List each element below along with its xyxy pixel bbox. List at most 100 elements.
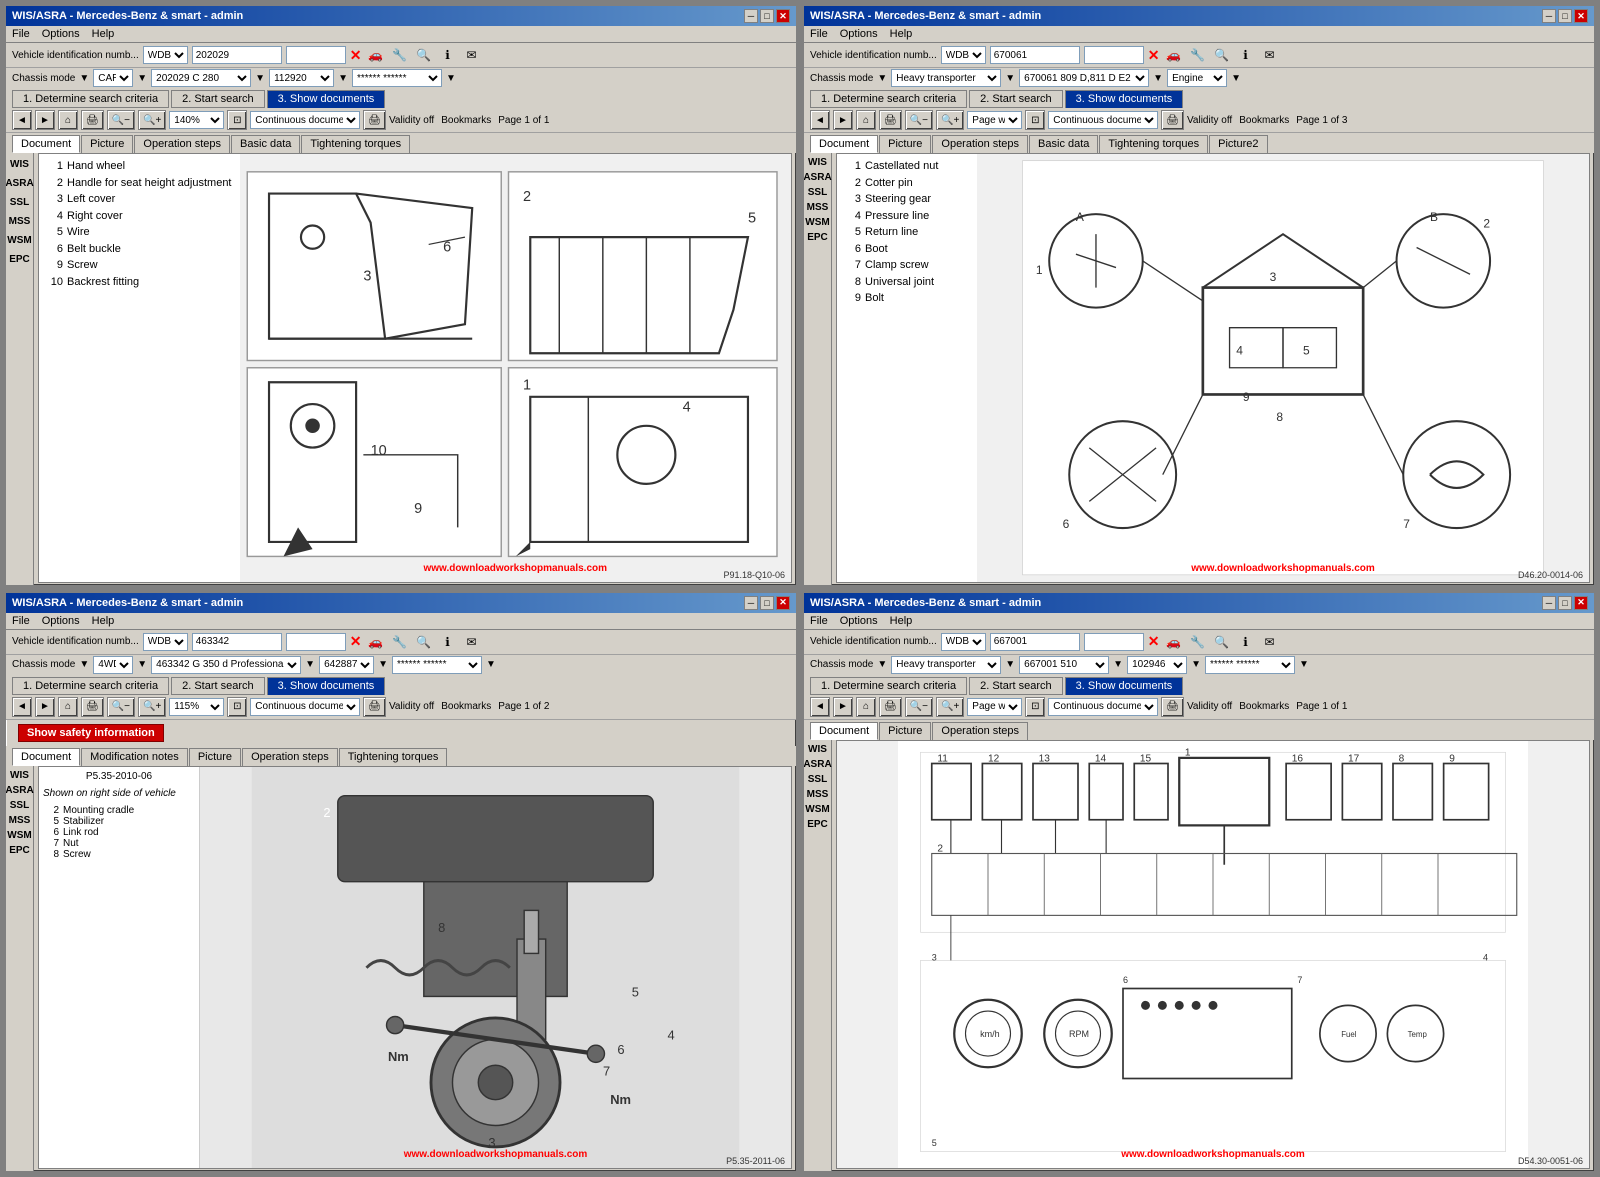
sidebar-mss-1[interactable]: MSS: [7, 214, 33, 229]
nav-tab-4-1[interactable]: 2. Start search: [969, 677, 1063, 695]
doc-tab-2-2[interactable]: Operation steps: [932, 135, 1028, 153]
doc-tab-3-2[interactable]: Picture: [189, 748, 241, 766]
nav-tab-3-2[interactable]: 3. Show documents: [267, 677, 386, 695]
sidebar-ssl-3[interactable]: SSL: [10, 800, 29, 811]
zoom-out-btn-4[interactable]: 🔍−: [905, 697, 933, 717]
menu-help-4[interactable]: Help: [890, 615, 913, 627]
bookmarks-label-4[interactable]: Bookmarks: [1239, 701, 1289, 712]
magnet-icon-4[interactable]: 🔧: [1187, 632, 1207, 652]
chassis-val-select-4[interactable]: 667001 510: [1019, 656, 1109, 674]
forward-btn-4[interactable]: ►: [833, 697, 853, 717]
back-btn-3[interactable]: ◄: [12, 697, 32, 717]
sidebar-wis-1[interactable]: WIS: [8, 157, 31, 172]
print-btn-4[interactable]: 🖨: [879, 697, 902, 717]
zoom-select-1[interactable]: 140%: [169, 111, 224, 129]
print-btn-2[interactable]: 🖨: [879, 110, 902, 130]
doc-tab-3-0[interactable]: Document: [12, 748, 80, 766]
vin-prefix-select-1[interactable]: WDB: [143, 46, 188, 64]
vin-input-1[interactable]: [192, 46, 282, 64]
print-btn-3[interactable]: 🖨: [81, 697, 104, 717]
sidebar-asra-3[interactable]: ASRA: [6, 785, 34, 796]
menu-file-1[interactable]: File: [12, 28, 30, 40]
car-icon-1[interactable]: 🚗: [365, 45, 385, 65]
vin-clear-2[interactable]: ✕: [1148, 47, 1160, 64]
doc-tab-3-4[interactable]: Tightening torques: [339, 748, 448, 766]
email-icon-1[interactable]: ✉: [461, 45, 481, 65]
info-icon-3[interactable]: ℹ: [437, 632, 457, 652]
sidebar-wsm-1[interactable]: WSM: [6, 233, 34, 248]
zoom-in-btn-1[interactable]: 🔍+: [138, 110, 166, 130]
home-btn-2[interactable]: ⌂: [856, 110, 876, 130]
doc-tab-4-1[interactable]: Picture: [879, 722, 931, 740]
printer2-btn-2[interactable]: 🖨: [1161, 110, 1184, 130]
vin-prefix-select-4[interactable]: WDB: [941, 633, 986, 651]
sidebar-mss-4[interactable]: MSS: [807, 789, 829, 800]
menu-help-3[interactable]: Help: [92, 615, 115, 627]
sidebar-mss-3[interactable]: MSS: [9, 815, 31, 826]
vin-input-3[interactable]: [192, 633, 282, 651]
minimize-btn-3[interactable]: ─: [744, 596, 758, 610]
sidebar-epc-1[interactable]: EPC: [7, 252, 32, 267]
printer2-btn-1[interactable]: 🖨: [363, 110, 386, 130]
search-icon-3[interactable]: 🔍: [413, 632, 433, 652]
engine-select-1[interactable]: 112920: [269, 69, 334, 87]
sidebar-epc-2[interactable]: EPC: [807, 232, 828, 243]
chassis-val-select-1[interactable]: 202029 C 280: [151, 69, 251, 87]
vin-extra-2[interactable]: [1084, 46, 1144, 64]
sidebar-wis-3[interactable]: WIS: [10, 770, 29, 781]
nav-tab-4-2[interactable]: 3. Show documents: [1065, 677, 1184, 695]
vin-input-4[interactable]: [990, 633, 1080, 651]
zoom-out-btn-2[interactable]: 🔍−: [905, 110, 933, 130]
zoom-in-btn-4[interactable]: 🔍+: [936, 697, 964, 717]
doc-tab-1-0[interactable]: Document: [12, 135, 80, 153]
chassis-select-2[interactable]: Heavy transporter: [891, 69, 1001, 87]
zoom-in-btn-3[interactable]: 🔍+: [138, 697, 166, 717]
magnet-icon-2[interactable]: 🔧: [1187, 45, 1207, 65]
nav-tab-2-1[interactable]: 2. Start search: [969, 90, 1063, 108]
forward-btn-2[interactable]: ►: [833, 110, 853, 130]
vin-prefix-select-3[interactable]: WDB: [143, 633, 188, 651]
printer2-btn-3[interactable]: 🖨: [363, 697, 386, 717]
minimize-btn-4[interactable]: ─: [1542, 596, 1556, 610]
back-btn-2[interactable]: ◄: [810, 110, 830, 130]
menu-help-2[interactable]: Help: [890, 28, 913, 40]
sidebar-wis-4[interactable]: WIS: [808, 744, 827, 755]
doc-tab-1-1[interactable]: Picture: [81, 135, 133, 153]
email-icon-4[interactable]: ✉: [1259, 632, 1279, 652]
menu-options-1[interactable]: Options: [42, 28, 80, 40]
vin-extra-4[interactable]: [1084, 633, 1144, 651]
search-icon-4[interactable]: 🔍: [1211, 632, 1231, 652]
info-icon-2[interactable]: ℹ: [1235, 45, 1255, 65]
magnet-icon-3[interactable]: 🔧: [389, 632, 409, 652]
doc-tab-4-0[interactable]: Document: [810, 722, 878, 740]
sidebar-epc-3[interactable]: EPC: [9, 845, 30, 856]
pass-select-1[interactable]: ****** ******: [352, 69, 442, 87]
pass-select-3[interactable]: ****** ******: [392, 656, 482, 674]
sidebar-ssl-4[interactable]: SSL: [808, 774, 827, 785]
vin-input-2[interactable]: [990, 46, 1080, 64]
doc-tab-3-3[interactable]: Operation steps: [242, 748, 338, 766]
menu-help-1[interactable]: Help: [92, 28, 115, 40]
doc-mode-select-2[interactable]: Continuous document: [1048, 111, 1158, 129]
doc-tab-2-4[interactable]: Tightening torques: [1099, 135, 1208, 153]
sidebar-wsm-2[interactable]: WSM: [805, 217, 829, 228]
magnet-icon-1[interactable]: 🔧: [389, 45, 409, 65]
doc-tab-1-2[interactable]: Operation steps: [134, 135, 230, 153]
chassis-select-3[interactable]: 4WD: [93, 656, 133, 674]
nav-tab-3-1[interactable]: 2. Start search: [171, 677, 265, 695]
menu-file-3[interactable]: File: [12, 615, 30, 627]
search-icon-1[interactable]: 🔍: [413, 45, 433, 65]
car-icon-2[interactable]: 🚗: [1163, 45, 1183, 65]
vin-clear-4[interactable]: ✕: [1148, 633, 1160, 650]
sidebar-ssl-2[interactable]: SSL: [808, 187, 827, 198]
maximize-btn-4[interactable]: □: [1558, 596, 1572, 610]
home-btn-3[interactable]: ⌂: [58, 697, 78, 717]
chassis-select-4[interactable]: Heavy transporter: [891, 656, 1001, 674]
sidebar-epc-4[interactable]: EPC: [807, 819, 828, 830]
sidebar-asra-4[interactable]: ASRA: [804, 759, 832, 770]
chassis-val-select-2[interactable]: 670061 809 D,811 D E2: [1019, 69, 1149, 87]
doc-tab-2-5[interactable]: Picture2: [1209, 135, 1267, 153]
menu-file-2[interactable]: File: [810, 28, 828, 40]
fit-btn-4[interactable]: ⊡: [1025, 697, 1045, 717]
minimize-btn-1[interactable]: ─: [744, 9, 758, 23]
